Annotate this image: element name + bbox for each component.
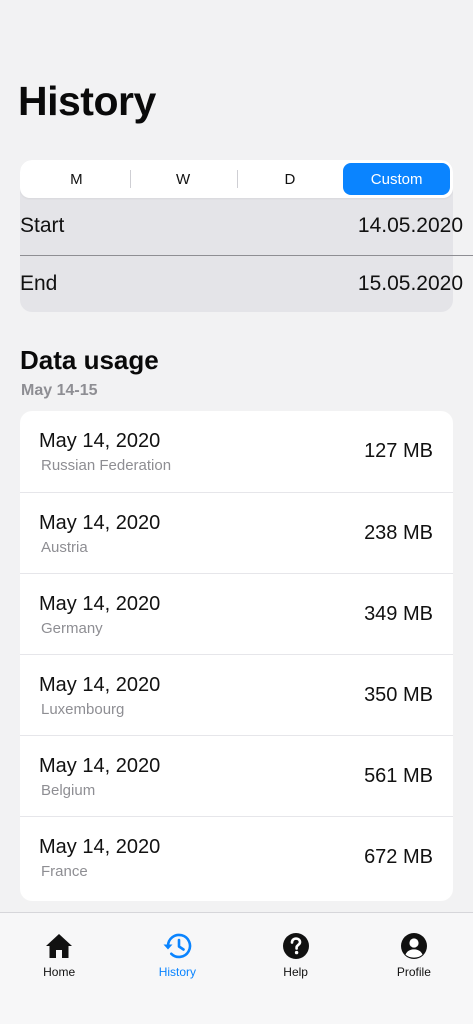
list-item[interactable]: May 14, 2020 France 672 MB	[20, 816, 453, 897]
home-icon	[44, 931, 74, 961]
segment-custom[interactable]: Custom	[343, 163, 450, 195]
data-usage-list: May 14, 2020 Russian Federation 127 MB M…	[20, 411, 453, 901]
usage-country: France	[41, 862, 88, 880]
list-item[interactable]: May 14, 2020 Austria 238 MB	[20, 492, 453, 573]
usage-amount: 238 MB	[364, 521, 433, 544]
usage-date: May 14, 2020	[39, 754, 161, 777]
usage-date: May 14, 2020	[39, 430, 161, 452]
history-screen: History M W D Custom Start 14.05.2020 En…	[0, 0, 473, 1024]
list-item[interactable]: May 14, 2020 Russian Federation 127 MB	[20, 411, 453, 492]
start-label: Start	[20, 214, 65, 237]
history-icon	[162, 931, 192, 961]
end-date-value: 15.05.2020	[357, 272, 463, 295]
usage-amount: 672 MB	[364, 845, 433, 868]
help-icon	[281, 931, 311, 961]
usage-date: May 14, 2020	[39, 835, 161, 858]
section-title-data-usage: Data usage	[20, 345, 159, 375]
start-date-value: 14.05.2020	[357, 214, 463, 237]
usage-country: Belgium	[41, 781, 96, 799]
section-subtitle-range: May 14-15	[21, 382, 98, 399]
usage-amount: 561 MB	[364, 764, 433, 787]
tab-help[interactable]: Help	[237, 913, 355, 1024]
tab-label: History	[158, 965, 197, 979]
segment-week[interactable]: W	[129, 163, 237, 195]
tab-label: Profile	[396, 965, 431, 979]
segment-month[interactable]: M	[23, 163, 130, 195]
segment-day[interactable]: D	[236, 163, 344, 195]
tab-label: Home	[43, 965, 76, 979]
period-segmented-control: M W D Custom	[20, 160, 453, 198]
usage-date: May 14, 2020	[39, 511, 161, 534]
usage-date: May 14, 2020	[39, 592, 161, 615]
usage-country: Austria	[41, 538, 88, 556]
usage-country: Germany	[41, 619, 103, 637]
usage-amount: 349 MB	[364, 602, 433, 625]
page-title: History	[18, 78, 156, 124]
end-label: End	[20, 272, 58, 295]
list-item[interactable]: May 14, 2020 Germany 349 MB	[20, 573, 453, 654]
usage-country: Russian Federation	[41, 457, 172, 474]
list-item[interactable]: May 14, 2020 Belgium 561 MB	[20, 735, 453, 816]
tab-label: Help	[283, 965, 308, 979]
usage-country: Luxembourg	[41, 700, 125, 718]
tab-profile[interactable]: Profile	[355, 913, 473, 1024]
usage-amount: 350 MB	[364, 683, 433, 706]
tab-history[interactable]: History	[118, 913, 236, 1024]
list-item[interactable]: May 14, 2020 Luxembourg 350 MB	[20, 654, 453, 735]
tab-bar: Home History Help Profile	[0, 912, 473, 1024]
usage-amount: 127 MB	[364, 440, 433, 462]
end-date-row[interactable]: End 15.05.2020	[20, 256, 463, 312]
profile-icon	[399, 931, 429, 961]
tab-home[interactable]: Home	[0, 913, 118, 1024]
start-date-row[interactable]: Start 14.05.2020	[20, 198, 463, 254]
usage-date: May 14, 2020	[39, 673, 161, 696]
